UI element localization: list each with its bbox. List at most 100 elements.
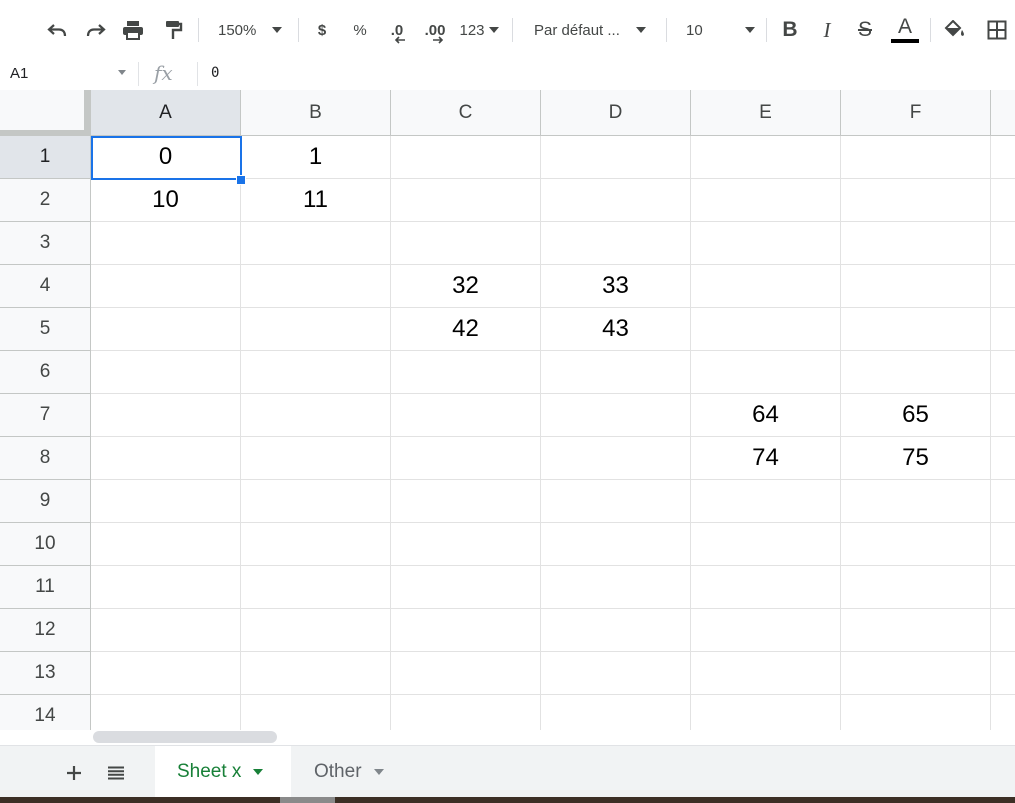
horizontal-scrollbar[interactable] (93, 731, 277, 743)
cell-C12[interactable] (391, 609, 541, 652)
cell-E7[interactable]: 64 (691, 394, 841, 437)
cell-B14[interactable] (241, 695, 391, 730)
cell-E9[interactable] (691, 480, 841, 523)
cell-D10[interactable] (541, 523, 691, 566)
cell-E13[interactable] (691, 652, 841, 695)
cell-A7[interactable] (91, 394, 241, 437)
cell-C13[interactable] (391, 652, 541, 695)
row-header[interactable]: 3 (0, 222, 91, 265)
paint-format-icon[interactable] (158, 14, 188, 46)
column-header[interactable]: E (691, 90, 841, 136)
row-header[interactable]: 1 (0, 136, 91, 179)
cell-D4[interactable]: 33 (541, 265, 691, 308)
fill-color-icon[interactable] (940, 14, 970, 46)
cell-F11[interactable] (841, 566, 991, 609)
cell-C11[interactable] (391, 566, 541, 609)
cell-E12[interactable] (691, 609, 841, 652)
column-header[interactable]: F (841, 90, 991, 136)
cell-F8[interactable]: 75 (841, 437, 991, 480)
cell-partial[interactable] (991, 652, 1015, 695)
cell-C14[interactable] (391, 695, 541, 730)
italic-button[interactable]: I (813, 14, 841, 46)
cell-partial[interactable] (991, 222, 1015, 265)
cell-A12[interactable] (91, 609, 241, 652)
cell-partial[interactable] (991, 179, 1015, 222)
cell-D9[interactable] (541, 480, 691, 523)
print-icon[interactable] (118, 14, 148, 46)
cell-E11[interactable] (691, 566, 841, 609)
cell-A2[interactable]: 10 (91, 179, 241, 222)
font-family-select[interactable]: Par défaut ... (524, 14, 658, 46)
cell-E4[interactable] (691, 265, 841, 308)
cell-D7[interactable] (541, 394, 691, 437)
cell-partial[interactable] (991, 265, 1015, 308)
zoom-select[interactable]: 150% (210, 14, 294, 46)
cell-B11[interactable] (241, 566, 391, 609)
column-header[interactable]: A (91, 90, 241, 136)
row-header[interactable]: 7 (0, 394, 91, 437)
number-format-select[interactable]: 123 (456, 14, 502, 46)
cell-C7[interactable] (391, 394, 541, 437)
select-all-corner[interactable] (0, 90, 91, 136)
cell-E3[interactable] (691, 222, 841, 265)
cell-E1[interactable] (691, 136, 841, 179)
cell-B10[interactable] (241, 523, 391, 566)
cell-F10[interactable] (841, 523, 991, 566)
column-header-partial[interactable] (991, 90, 1015, 136)
cell-D11[interactable] (541, 566, 691, 609)
row-header[interactable]: 8 (0, 437, 91, 480)
cell-A3[interactable] (91, 222, 241, 265)
cell-B9[interactable] (241, 480, 391, 523)
cell-D1[interactable] (541, 136, 691, 179)
percent-format-button[interactable]: % (346, 14, 374, 46)
strikethrough-button[interactable]: S (851, 14, 879, 46)
row-header[interactable]: 10 (0, 523, 91, 566)
cell-partial[interactable] (991, 394, 1015, 437)
row-header[interactable]: 14 (0, 695, 91, 730)
freeze-column-handle[interactable] (84, 90, 91, 130)
row-header[interactable]: 2 (0, 179, 91, 222)
cell-E5[interactable] (691, 308, 841, 351)
cell-D3[interactable] (541, 222, 691, 265)
cell-A6[interactable] (91, 351, 241, 394)
cell-partial[interactable] (991, 695, 1015, 730)
cell-A8[interactable] (91, 437, 241, 480)
bold-button[interactable]: B (776, 14, 804, 46)
spreadsheet-grid[interactable]: A B C D E F 1 0 1 2 10 11 3 4 32 33 5 42 43 6 7 64 65 8 74 75 9 10 1… (0, 90, 1015, 730)
cell-A14[interactable] (91, 695, 241, 730)
cell-F4[interactable] (841, 265, 991, 308)
cell-C5[interactable]: 42 (391, 308, 541, 351)
cell-B3[interactable] (241, 222, 391, 265)
borders-icon[interactable] (982, 14, 1012, 46)
row-header[interactable]: 5 (0, 308, 91, 351)
row-header[interactable]: 4 (0, 265, 91, 308)
column-header[interactable]: C (391, 90, 541, 136)
cell-D13[interactable] (541, 652, 691, 695)
cell-B13[interactable] (241, 652, 391, 695)
cell-C2[interactable] (391, 179, 541, 222)
cell-A13[interactable] (91, 652, 241, 695)
currency-format-button[interactable]: $ (308, 14, 336, 46)
sheet-tab[interactable]: Other (292, 746, 414, 798)
cell-partial[interactable] (991, 609, 1015, 652)
cell-F9[interactable] (841, 480, 991, 523)
cell-E10[interactable] (691, 523, 841, 566)
cell-F3[interactable] (841, 222, 991, 265)
cell-C10[interactable] (391, 523, 541, 566)
cell-partial[interactable] (991, 523, 1015, 566)
row-header[interactable]: 11 (0, 566, 91, 609)
cell-partial[interactable] (991, 480, 1015, 523)
cell-E6[interactable] (691, 351, 841, 394)
cell-F6[interactable] (841, 351, 991, 394)
cell-partial[interactable] (991, 566, 1015, 609)
undo-icon[interactable] (42, 14, 72, 46)
chevron-down-icon[interactable] (253, 769, 264, 775)
fill-handle[interactable] (236, 175, 246, 185)
redo-icon[interactable] (81, 14, 111, 46)
cell-B6[interactable] (241, 351, 391, 394)
font-size-select[interactable]: 10 (676, 14, 760, 46)
row-header[interactable]: 9 (0, 480, 91, 523)
cell-D5[interactable]: 43 (541, 308, 691, 351)
cell-B5[interactable] (241, 308, 391, 351)
cell-F13[interactable] (841, 652, 991, 695)
